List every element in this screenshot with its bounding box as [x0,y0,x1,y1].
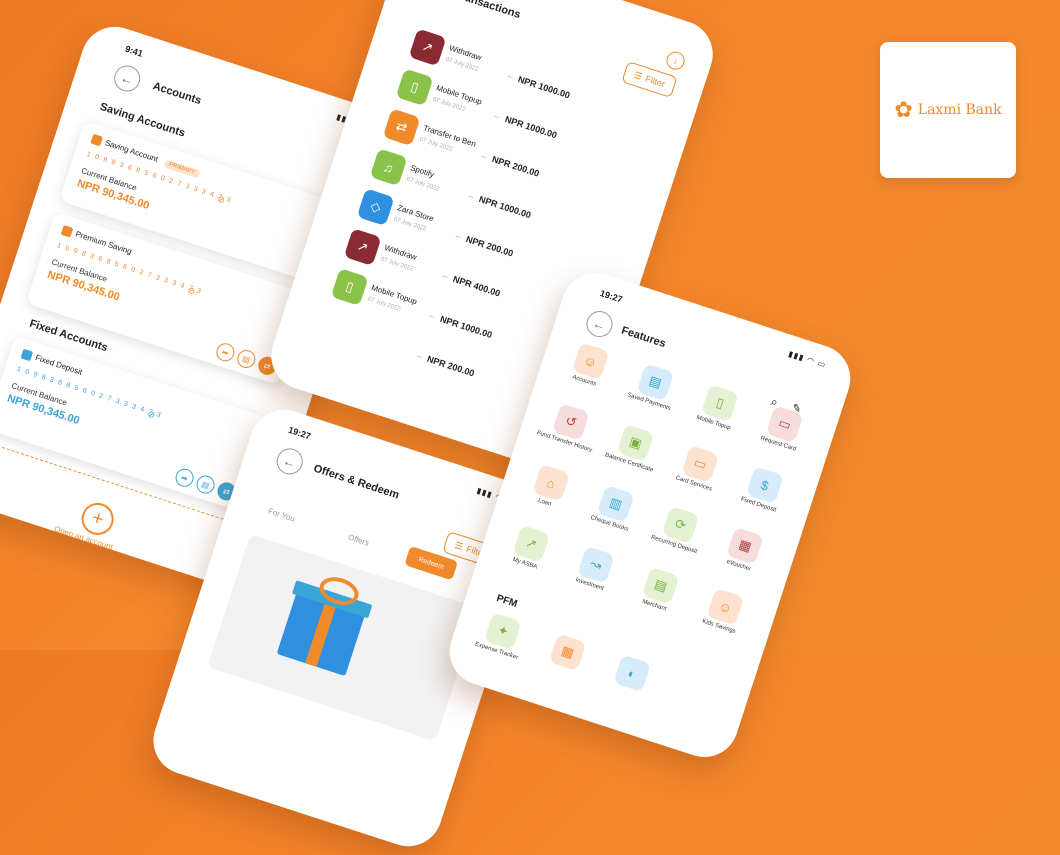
card-icon [20,348,34,362]
tag-icon: ◇ [356,188,395,227]
music-icon: ♫ [369,148,408,187]
minus-icon: – [506,70,515,82]
minus-icon: – [493,110,502,122]
phone-icon: ▯ [701,384,739,423]
filter-icon: ☰ [632,69,644,82]
lotus-logo-icon: ✿ [894,97,913,122]
transaction-amount: – NPR 1000.00 [506,70,572,101]
back-button[interactable]: ← [583,307,616,341]
feature-item[interactable]: ↗ My ASBA [493,520,566,578]
minus-icon: – [428,310,437,322]
filter-icon: ☰ [453,539,465,552]
wallet-icon [60,225,74,238]
transaction-amount: – NPR 200.00 [480,150,541,179]
status-time: 9:41 [123,43,145,59]
eye-off-icon[interactable]: ⊘ [186,285,196,298]
home-icon: ⌂ [532,463,570,502]
phone-icon: ▯ [395,68,434,107]
status-time: 19:27 [286,424,312,442]
eye-off-icon[interactable]: ⊘ [146,408,156,421]
feature-item[interactable]: ▭ Request Card [746,400,819,458]
feature-item[interactable]: ▭ Card Services [662,440,735,498]
budget-icon: ▦ [548,633,587,672]
filter-label: Filter [644,73,667,90]
transaction-amount: – NPR 400.00 [441,270,502,299]
page-title: Features [619,324,668,351]
minus-icon: – [441,270,450,282]
feature-item[interactable]: ▦ eVoucher [707,522,780,580]
eye-off-icon[interactable]: ⊘ [216,194,226,207]
tab-for-you[interactable]: For You [267,507,296,524]
voucher-icon: ▦ [726,527,765,565]
minus-icon: – [467,190,476,202]
feature-item[interactable]: ▦ [532,628,603,679]
download-icon[interactable]: ↓ [664,49,687,73]
goal-icon: ◐ [613,654,652,693]
chart-icon: ↗ [512,524,551,563]
wallet-icon [90,133,103,147]
recent-transactions-heading: Recent transactions [418,0,522,21]
minus-icon: – [454,230,463,242]
brand-name: Laxmi Bank [917,102,1002,118]
history-icon: ↺ [551,403,590,441]
user-icon: ☺ [571,342,610,381]
store-icon: ▤ [641,566,680,605]
transfer-icon: ⇄ [382,108,421,147]
expense-icon: ✦ [483,612,522,651]
feature-item[interactable]: ▤ Saved Payments [617,358,690,416]
transaction-date: 07 July 2022 [405,176,441,193]
feature-item[interactable]: ▤ Merchant [622,562,695,620]
transaction-amount: – NPR 1000.00 [493,110,559,141]
feature-item[interactable]: ▣ Balance Certificate [597,419,670,477]
share-button[interactable]: ➦ [214,340,237,364]
transaction-name: Spotify [409,163,436,180]
back-button[interactable]: ← [110,62,144,95]
arrow-out-icon: ↗ [343,228,382,266]
feature-item[interactable]: ✦ Expense Tracker [465,607,538,665]
feature-item[interactable]: ↺ Fund Transfer History [533,398,606,456]
transaction-amount: – NPR 200.00 [454,230,515,259]
feature-item[interactable]: ⟳ Recurring Deposit [642,501,715,559]
card-icon: ▭ [681,445,720,483]
statement-button[interactable]: ▤ [194,473,217,496]
statement-button[interactable]: ▤ [234,347,258,371]
gift-box-illustration [276,572,373,677]
receipt-icon: ▤ [636,363,675,402]
back-button[interactable]: ← [273,445,307,478]
dollar-icon: $ [745,466,784,504]
primary-badge: PRIMARY [163,159,200,179]
smile-icon: ☺ [706,587,745,626]
phone-icon: ▯ [330,268,369,306]
transaction-amount: – NPR 200.00 [415,350,476,379]
feature-item[interactable]: ▥ Cheque Books [578,480,651,538]
certificate-icon: ▣ [616,424,655,462]
book-icon: ▥ [596,484,635,523]
feature-item[interactable]: ⌂ Loan [513,459,586,517]
refresh-icon: ⟳ [661,505,700,544]
feature-item[interactable]: ☺ Kids Savings [687,583,760,641]
status-signal-icon: ▮▮▮ ◠ ▭ [787,349,828,370]
feature-item[interactable]: ◐ [596,649,667,700]
tab-offers[interactable]: Offers [347,532,370,547]
minus-icon: – [480,150,489,162]
feature-item[interactable]: $ Fixed Deposit [727,461,800,519]
page-title: Accounts [151,80,203,108]
feature-item[interactable]: ▯ Mobile Topup [682,379,755,437]
feature-item[interactable]: ☺ Accounts [552,337,625,395]
trend-icon: ↝ [577,545,615,584]
feature-item[interactable]: ↝ Investment [558,541,631,599]
page-title: Offers & Redeem [311,462,401,502]
transaction-amount: – NPR 1000.00 [467,190,533,221]
brand-logo-card: ✿ Laxmi Bank [880,42,1016,178]
arrow-out-icon: ↗ [408,28,447,67]
transaction-amount: – NPR 1000.00 [428,310,494,341]
share-button[interactable]: ➦ [173,466,196,490]
minus-icon: – [415,350,424,362]
status-time: 19:27 [598,287,624,305]
